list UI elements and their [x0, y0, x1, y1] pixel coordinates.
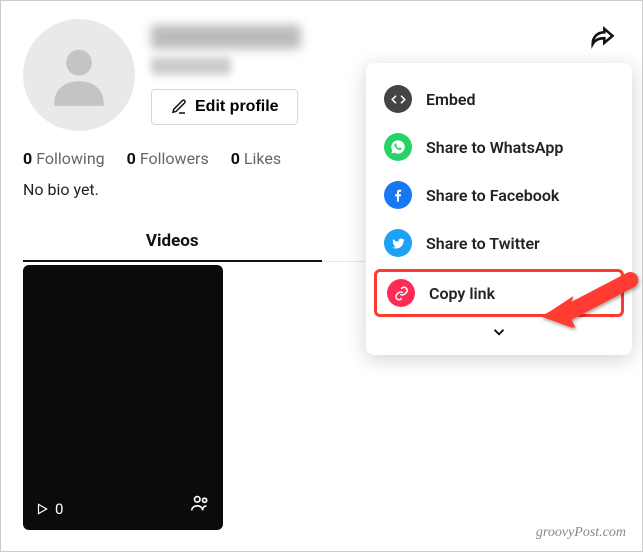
- likes-label: Likes: [244, 149, 281, 168]
- video-views: 0: [35, 500, 63, 518]
- share-item-copy-link[interactable]: Copy link: [374, 269, 624, 317]
- share-item-facebook[interactable]: Share to Facebook: [366, 171, 632, 219]
- likes-count: 0: [231, 149, 240, 168]
- video-audience-icon: [189, 492, 211, 518]
- share-item-whatsapp[interactable]: Share to WhatsApp: [366, 123, 632, 171]
- views-count: 0: [55, 500, 63, 518]
- share-button[interactable]: [584, 19, 620, 58]
- share-item-twitter[interactable]: Share to Twitter: [366, 219, 632, 267]
- followers-label: Followers: [140, 149, 209, 168]
- stat-followers[interactable]: 0Followers: [127, 149, 209, 168]
- share-menu-expand[interactable]: [366, 319, 632, 351]
- play-outline-icon: [35, 502, 49, 516]
- link-icon: [387, 279, 415, 307]
- tab-videos[interactable]: Videos: [23, 221, 322, 261]
- tab-videos-label: Videos: [146, 231, 199, 251]
- code-icon: [384, 85, 412, 113]
- edit-profile-label: Edit profile: [195, 98, 279, 116]
- facebook-icon: [384, 181, 412, 209]
- edit-icon: [170, 98, 188, 116]
- watermark: groovyPost.com: [536, 525, 626, 541]
- whatsapp-icon: [384, 133, 412, 161]
- twitter-icon: [384, 229, 412, 257]
- share-item-label: Share to Twitter: [426, 234, 540, 253]
- share-item-embed[interactable]: Embed: [366, 75, 632, 123]
- share-item-label: Embed: [426, 90, 476, 109]
- following-label: Following: [36, 149, 104, 168]
- avatar[interactable]: [23, 19, 135, 131]
- video-card[interactable]: 0: [23, 265, 223, 530]
- followers-count: 0: [127, 149, 136, 168]
- share-item-label: Copy link: [429, 284, 495, 303]
- share-item-label: Share to WhatsApp: [426, 138, 563, 157]
- person-icon: [42, 38, 116, 112]
- share-arrow-icon: [588, 23, 616, 51]
- share-menu: Embed Share to WhatsApp Share to Faceboo…: [366, 63, 632, 355]
- stat-following[interactable]: 0Following: [23, 149, 105, 168]
- following-count: 0: [23, 149, 32, 168]
- edit-profile-button[interactable]: Edit profile: [151, 89, 298, 125]
- share-item-label: Share to Facebook: [426, 186, 559, 205]
- people-icon: [189, 492, 211, 514]
- displayname-redacted: [151, 57, 231, 75]
- username-redacted: [151, 25, 301, 49]
- chevron-down-icon: [490, 323, 508, 341]
- stat-likes[interactable]: 0Likes: [231, 149, 281, 168]
